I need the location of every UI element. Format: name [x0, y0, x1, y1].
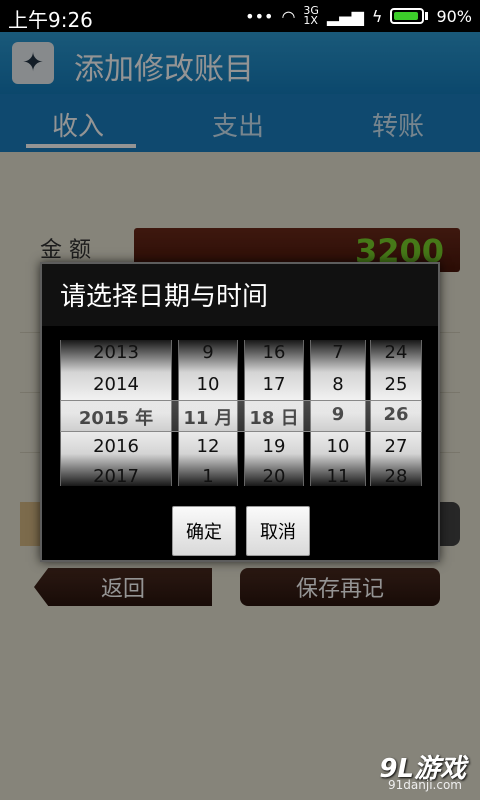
year-option[interactable]: 2014 — [61, 374, 171, 395]
status-bar: 上午9:26 ••• ◠ 3G 1X ▂▄▆ ϟ 90% — [0, 0, 480, 32]
hour-selected[interactable]: 9 — [311, 404, 365, 425]
month-option[interactable]: 1 — [179, 466, 237, 486]
year-option[interactable]: 2013 — [61, 342, 171, 363]
month-wheel[interactable]: 9 10 11 月 12 1 — [178, 340, 238, 486]
year-selected[interactable]: 2015 年 — [61, 404, 171, 430]
battery-tip — [425, 12, 429, 20]
hour-option[interactable]: 11 — [311, 466, 365, 486]
day-selected[interactable]: 18 日 — [245, 404, 303, 430]
year-wheel[interactable]: 2013 2014 2015 年 2016 2017 — [60, 340, 172, 486]
day-option[interactable]: 16 — [245, 342, 303, 363]
mobile-signal-icon: 3G 1X — [303, 5, 319, 27]
charging-icon: ϟ — [371, 6, 383, 26]
minute-option[interactable]: 28 — [371, 466, 421, 486]
hour-wheel[interactable]: 7 8 9 10 11 — [310, 340, 366, 486]
month-option[interactable]: 10 — [179, 374, 237, 395]
year-option[interactable]: 2017 — [61, 466, 171, 486]
minute-wheel[interactable]: 24 25 26 27 28 — [370, 340, 422, 486]
wifi-icon: ◠ — [281, 6, 296, 26]
dialog-title: 请选择日期与时间 — [42, 264, 438, 326]
minute-option[interactable]: 27 — [371, 436, 421, 457]
datetime-picker: 2013 2014 2015 年 2016 2017 9 10 11 月 12 … — [60, 340, 422, 486]
month-selected[interactable]: 11 月 — [179, 404, 237, 430]
dots-icon: ••• — [245, 6, 274, 26]
month-option[interactable]: 9 — [179, 342, 237, 363]
confirm-button[interactable]: 确定 — [172, 506, 236, 556]
hour-option[interactable]: 8 — [311, 374, 365, 395]
minute-option[interactable]: 24 — [371, 342, 421, 363]
battery-icon — [390, 8, 425, 24]
day-option[interactable]: 20 — [245, 466, 303, 486]
battery-percent: 90% — [436, 6, 472, 26]
status-icons: ••• ◠ 3G 1X ▂▄▆ ϟ 90% — [245, 4, 472, 28]
watermark-url: 91danji.com — [388, 778, 462, 792]
day-wheel[interactable]: 16 17 18 日 19 20 — [244, 340, 304, 486]
day-option[interactable]: 17 — [245, 374, 303, 395]
minute-option[interactable]: 25 — [371, 374, 421, 395]
hour-option[interactable]: 7 — [311, 342, 365, 363]
month-option[interactable]: 12 — [179, 436, 237, 457]
signal-type-label: 1X — [303, 14, 318, 27]
signal-bars-icon: ▂▄▆ — [326, 6, 364, 26]
minute-selected[interactable]: 26 — [371, 404, 421, 425]
hour-option[interactable]: 10 — [311, 436, 365, 457]
year-option[interactable]: 2016 — [61, 436, 171, 457]
datetime-picker-dialog: 请选择日期与时间 2013 2014 2015 年 2016 2017 9 10… — [40, 262, 440, 562]
day-option[interactable]: 19 — [245, 436, 303, 457]
cancel-button[interactable]: 取消 — [246, 506, 310, 556]
status-time: 上午9:26 — [8, 8, 93, 32]
